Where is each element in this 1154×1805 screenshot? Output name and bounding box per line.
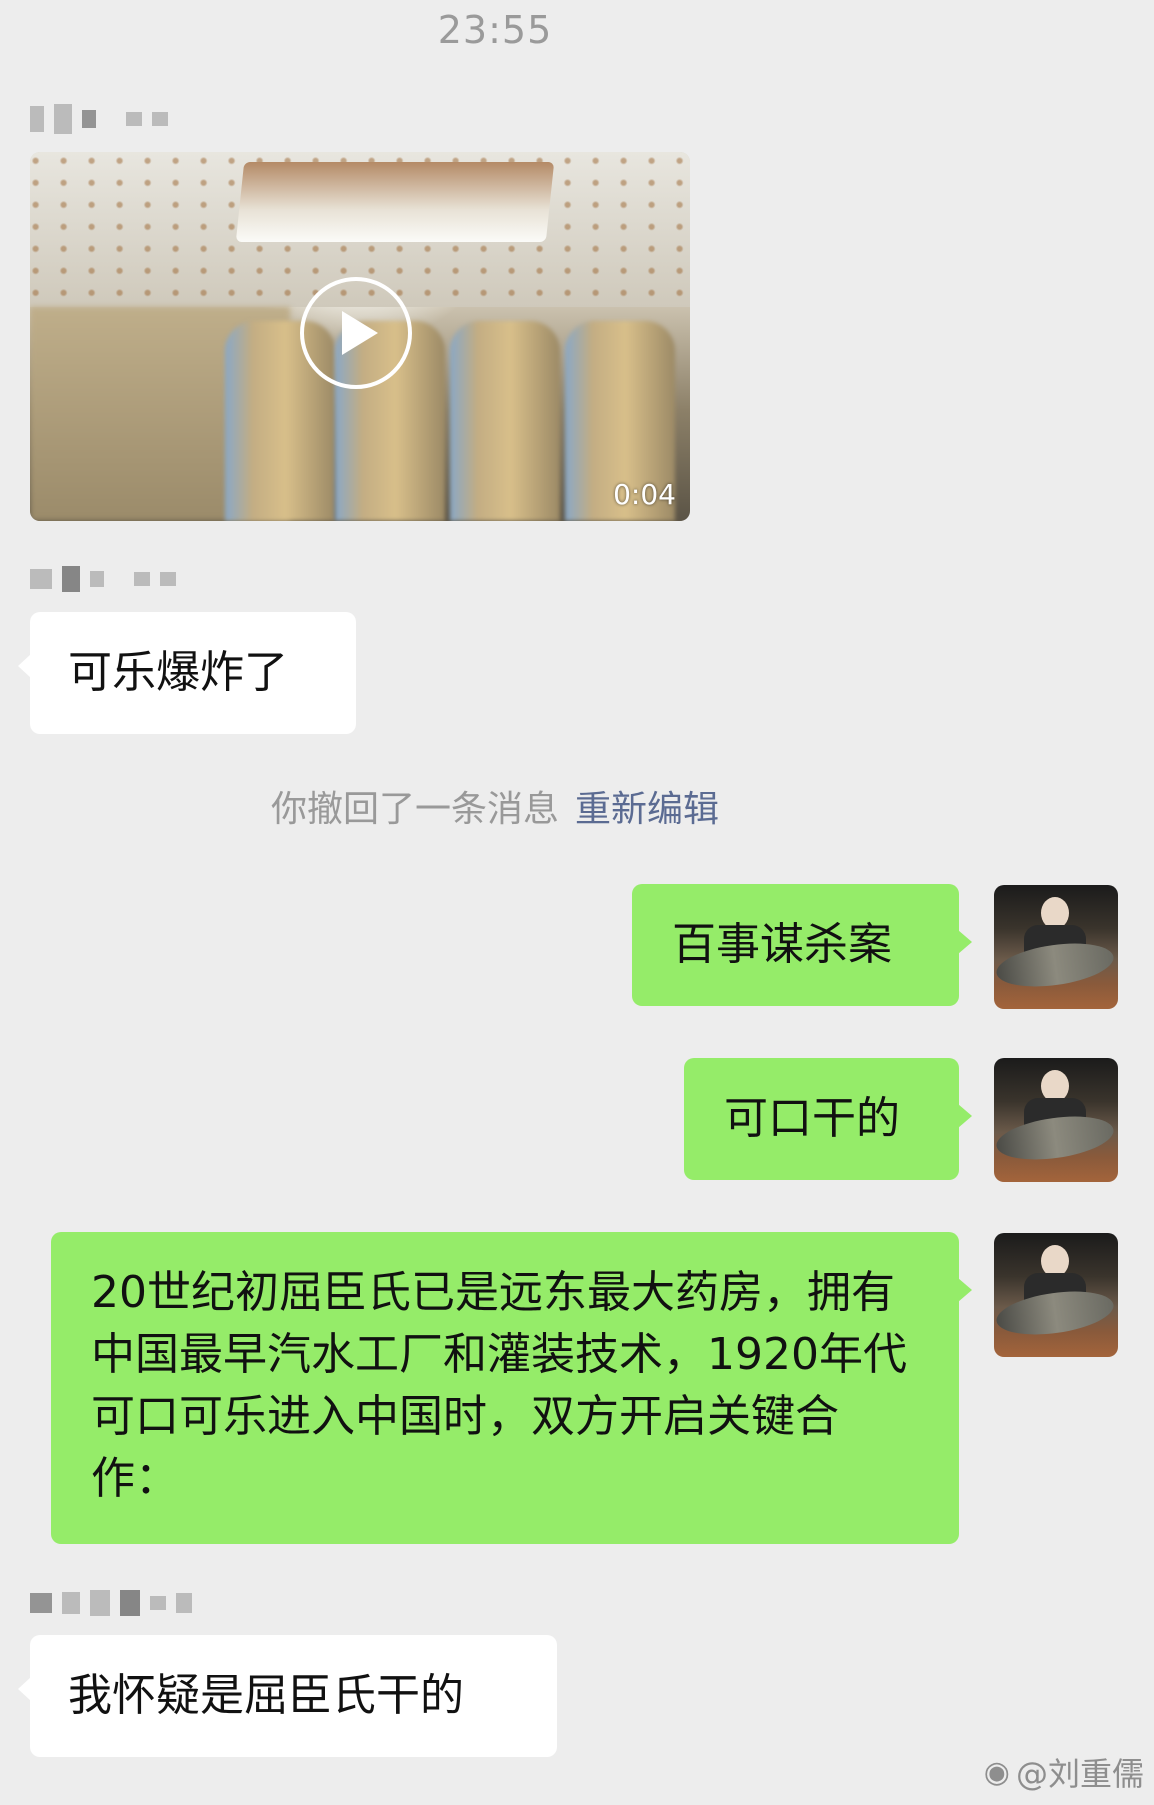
timestamp: 23:55 (437, 8, 553, 52)
video-duration: 0:04 (613, 478, 676, 511)
recall-text: 你撤回了一条消息 (270, 789, 559, 830)
play-icon[interactable] (300, 277, 412, 389)
sender-name-blurred (30, 564, 290, 594)
re-edit-link[interactable]: 重新编辑 (575, 789, 719, 830)
message-received[interactable]: 可乐爆炸了 (18, 612, 356, 734)
user-avatar[interactable] (994, 885, 1118, 1009)
user-avatar[interactable] (994, 1233, 1118, 1357)
user-avatar[interactable] (994, 1058, 1118, 1182)
watermark-text: @刘重儒 (1015, 1755, 1144, 1793)
message-sent[interactable]: 百事谋杀案 (632, 884, 972, 1006)
recall-notice: 你撤回了一条消息 重新编辑 (0, 780, 990, 832)
message-sent-long[interactable]: 20世纪初屈臣氏已是远东最大药房，拥有中国最早汽水工厂和灌装技术，1920年代可… (51, 1232, 972, 1544)
sender-name-blurred (30, 104, 290, 134)
message-sent[interactable]: 可口干的 (684, 1058, 972, 1180)
video-message[interactable]: 0:04 (30, 152, 690, 521)
weibo-icon: ◉ (983, 1754, 1010, 1790)
watermark: ◉ @刘重儒 (984, 1749, 1144, 1795)
message-received[interactable]: 我怀疑是屈臣氏干的 (18, 1635, 557, 1757)
sender-name-blurred (30, 1588, 290, 1618)
